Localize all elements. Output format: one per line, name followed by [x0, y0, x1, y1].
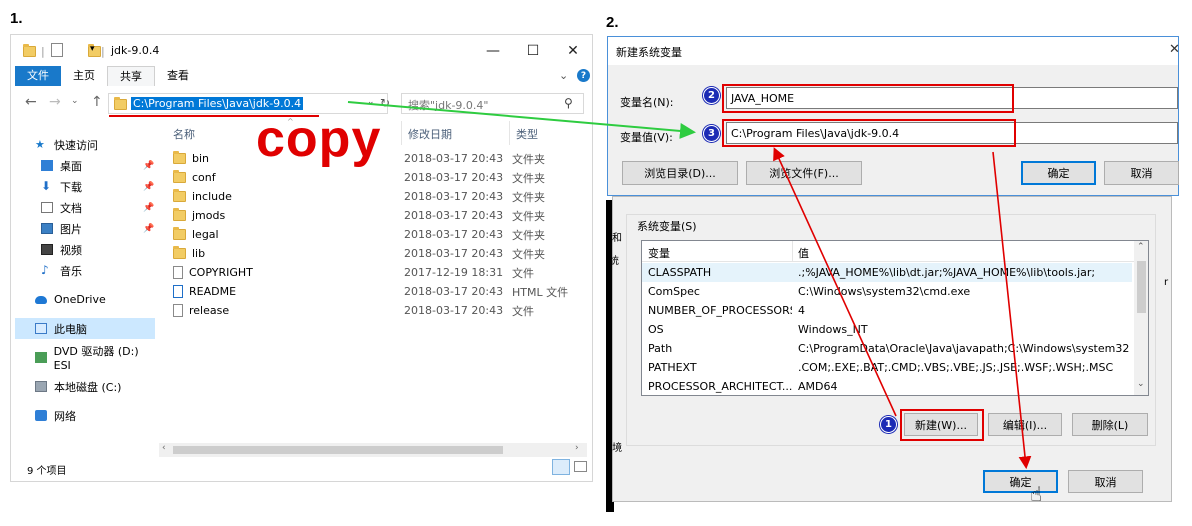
flow-arrow-value-to-ok: [992, 151, 1032, 470]
annotation-arrows: [347, 101, 1032, 470]
flow-arrow-new-to-name: [773, 147, 897, 417]
copy-arrow: [347, 101, 696, 139]
